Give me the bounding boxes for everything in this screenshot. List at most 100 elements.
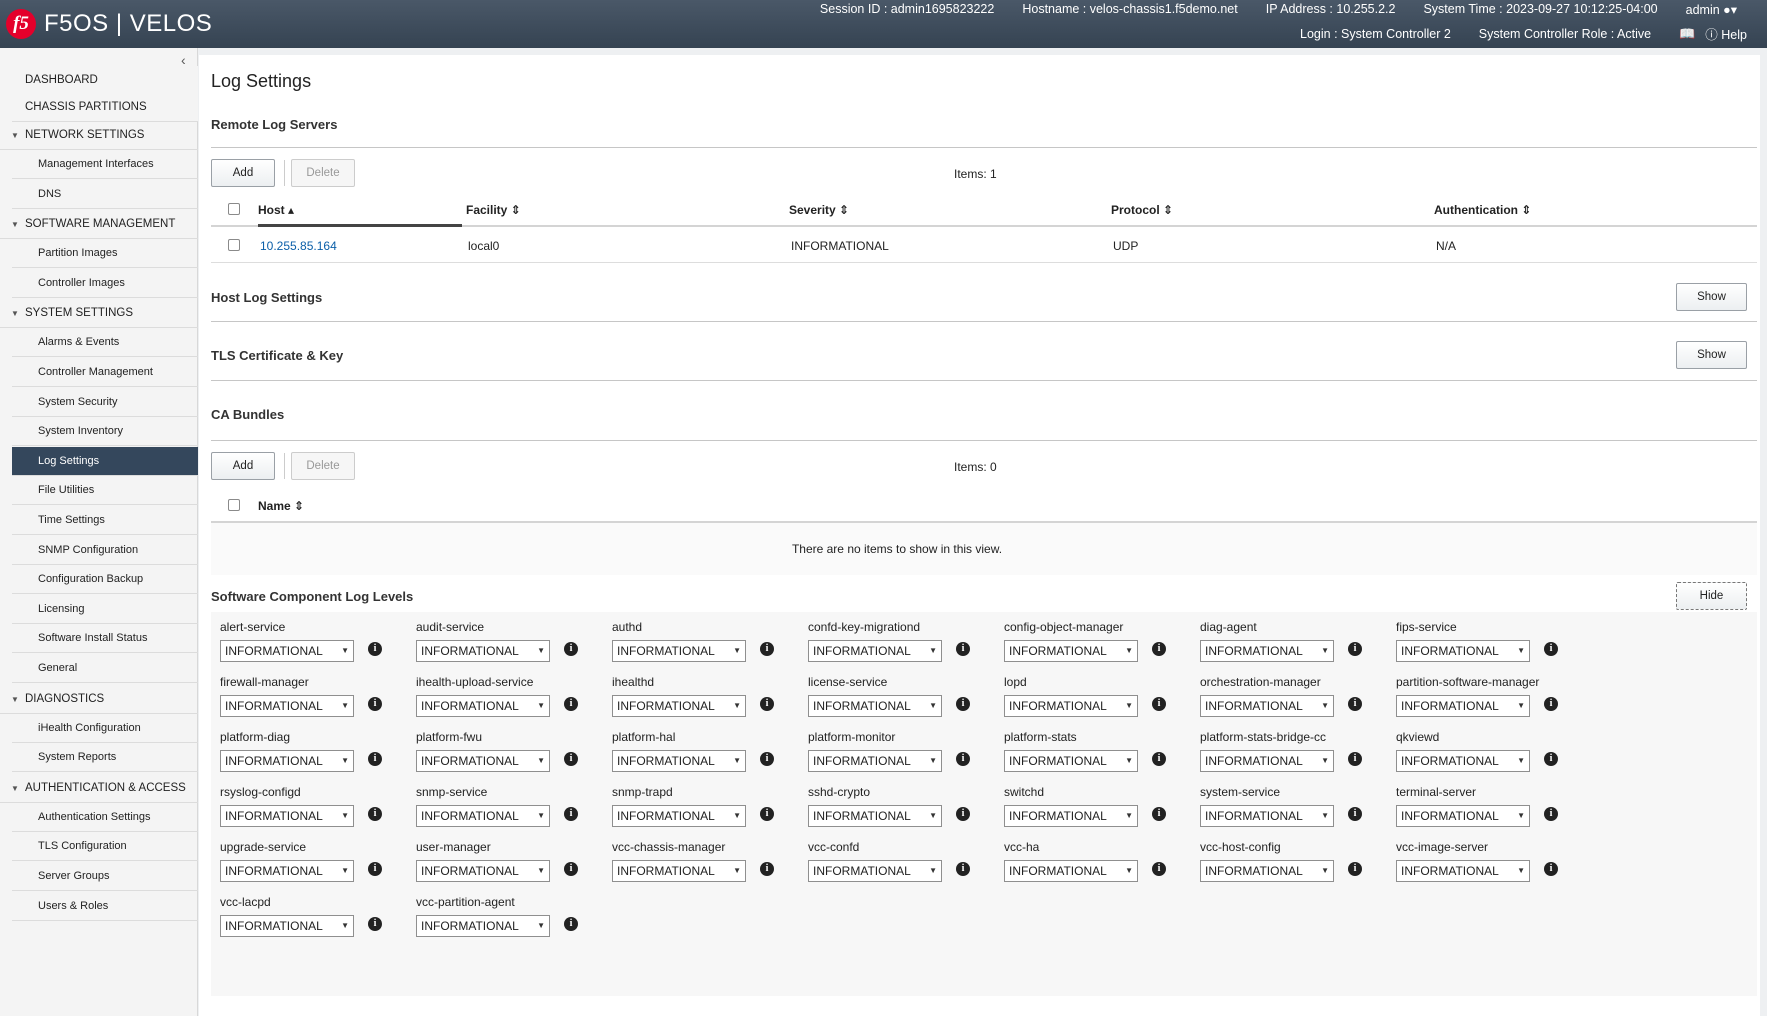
- info-icon[interactable]: i: [1152, 862, 1166, 876]
- info-icon[interactable]: i: [368, 752, 382, 766]
- ca-select-all-checkbox[interactable]: [228, 499, 240, 511]
- sidebar-item-management-interfaces[interactable]: Management Interfaces: [12, 150, 198, 179]
- info-icon[interactable]: i: [564, 917, 578, 931]
- sidebar-item-system-reports[interactable]: System Reports: [12, 743, 198, 773]
- log-level-select[interactable]: INFORMATIONAL ▼: [1396, 860, 1530, 882]
- sidebar-item-time-settings[interactable]: Time Settings: [12, 506, 198, 535]
- log-level-select[interactable]: INFORMATIONAL ▼: [1396, 805, 1530, 827]
- info-icon[interactable]: i: [956, 642, 970, 656]
- host-log-show-button[interactable]: Show: [1676, 283, 1747, 311]
- info-icon[interactable]: i: [1348, 862, 1362, 876]
- sidebar-item-system-inventory[interactable]: System Inventory: [12, 417, 198, 447]
- log-level-select[interactable]: INFORMATIONAL ▼: [1396, 750, 1530, 772]
- log-level-select[interactable]: INFORMATIONAL ▼: [1200, 860, 1334, 882]
- info-icon[interactable]: i: [956, 807, 970, 821]
- sidebar-item-users-roles[interactable]: Users & Roles: [12, 892, 198, 921]
- column-host[interactable]: Host ▴: [258, 203, 294, 217]
- log-level-select[interactable]: INFORMATIONAL ▼: [1004, 805, 1138, 827]
- log-level-select[interactable]: INFORMATIONAL ▼: [612, 640, 746, 662]
- info-icon[interactable]: i: [1544, 862, 1558, 876]
- sidebar-section-system-settings[interactable]: ▼ SYSTEM SETTINGS: [0, 299, 198, 329]
- sidebar-item-file-utilities[interactable]: File Utilities: [12, 476, 198, 506]
- info-icon[interactable]: i: [760, 642, 774, 656]
- log-level-select[interactable]: INFORMATIONAL ▼: [1396, 640, 1530, 662]
- info-icon[interactable]: i: [1152, 642, 1166, 656]
- add-remote-server-button[interactable]: Add: [211, 159, 275, 187]
- sidebar-item-controller-images[interactable]: Controller Images: [12, 269, 198, 298]
- log-level-select[interactable]: INFORMATIONAL ▼: [808, 805, 942, 827]
- info-icon[interactable]: i: [1152, 752, 1166, 766]
- sidebar-item-configuration-backup[interactable]: Configuration Backup: [12, 565, 198, 595]
- log-level-select[interactable]: INFORMATIONAL ▼: [1200, 750, 1334, 772]
- info-icon[interactable]: i: [1348, 752, 1362, 766]
- sidebar-item-chassis-partitions[interactable]: CHASSIS PARTITIONS: [12, 93, 198, 122]
- log-levels-hide-button[interactable]: Hide: [1676, 582, 1747, 610]
- log-level-select[interactable]: INFORMATIONAL ▼: [1200, 640, 1334, 662]
- info-icon[interactable]: i: [760, 752, 774, 766]
- log-level-select[interactable]: INFORMATIONAL ▼: [808, 695, 942, 717]
- log-level-select[interactable]: INFORMATIONAL ▼: [808, 640, 942, 662]
- log-level-select[interactable]: INFORMATIONAL ▼: [1004, 860, 1138, 882]
- info-icon[interactable]: i: [368, 642, 382, 656]
- info-icon[interactable]: i: [1348, 642, 1362, 656]
- info-icon[interactable]: i: [368, 697, 382, 711]
- info-icon[interactable]: i: [1544, 697, 1558, 711]
- book-icon[interactable]: 📖: [1679, 26, 1695, 42]
- info-icon[interactable]: i: [1152, 807, 1166, 821]
- sidebar-item-authentication-settings[interactable]: Authentication Settings: [12, 803, 198, 832]
- info-icon[interactable]: i: [1348, 697, 1362, 711]
- sidebar-item-snmp-configuration[interactable]: SNMP Configuration: [12, 536, 198, 565]
- help-link[interactable]: ⓘ Help: [1705, 24, 1747, 43]
- sidebar-item-server-groups[interactable]: Server Groups: [12, 862, 198, 891]
- log-level-select[interactable]: INFORMATIONAL ▼: [220, 640, 354, 662]
- log-level-select[interactable]: INFORMATIONAL ▼: [1004, 640, 1138, 662]
- sidebar-section-authentication-access[interactable]: ▼ AUTHENTICATION & ACCESS: [0, 774, 198, 803]
- add-ca-bundle-button[interactable]: Add: [211, 452, 275, 480]
- sidebar-item-controller-management[interactable]: Controller Management: [12, 358, 198, 387]
- log-level-select[interactable]: INFORMATIONAL ▼: [1396, 695, 1530, 717]
- log-level-select[interactable]: INFORMATIONAL ▼: [416, 860, 550, 882]
- info-icon[interactable]: i: [956, 752, 970, 766]
- info-icon[interactable]: i: [564, 807, 578, 821]
- info-icon[interactable]: i: [1544, 807, 1558, 821]
- delete-remote-server-button[interactable]: Delete: [291, 159, 355, 187]
- log-level-select[interactable]: INFORMATIONAL ▼: [1004, 695, 1138, 717]
- sidebar-item-software-install-status[interactable]: Software Install Status: [12, 624, 198, 654]
- select-all-checkbox[interactable]: [228, 203, 240, 215]
- info-icon[interactable]: i: [956, 862, 970, 876]
- column-severity[interactable]: Severity ⇕: [789, 203, 849, 217]
- info-icon[interactable]: i: [760, 807, 774, 821]
- sidebar-section-network-settings[interactable]: ▼ NETWORK SETTINGS: [0, 121, 198, 150]
- log-level-select[interactable]: INFORMATIONAL ▼: [416, 750, 550, 772]
- log-level-select[interactable]: INFORMATIONAL ▼: [220, 750, 354, 772]
- log-level-select[interactable]: INFORMATIONAL ▼: [808, 860, 942, 882]
- log-level-select[interactable]: INFORMATIONAL ▼: [416, 805, 550, 827]
- log-level-select[interactable]: INFORMATIONAL ▼: [416, 640, 550, 662]
- sidebar-section-diagnostics[interactable]: ▼ DIAGNOSTICS: [0, 685, 198, 714]
- info-icon[interactable]: i: [1544, 642, 1558, 656]
- log-level-select[interactable]: INFORMATIONAL ▼: [808, 750, 942, 772]
- row-checkbox[interactable]: [228, 239, 240, 251]
- log-level-select[interactable]: INFORMATIONAL ▼: [1004, 750, 1138, 772]
- log-level-select[interactable]: INFORMATIONAL ▼: [612, 860, 746, 882]
- info-icon[interactable]: i: [564, 862, 578, 876]
- sidebar-item-dns[interactable]: DNS: [12, 180, 198, 209]
- log-level-select[interactable]: INFORMATIONAL ▼: [220, 695, 354, 717]
- sidebar-item-partition-images[interactable]: Partition Images: [12, 239, 198, 269]
- info-icon[interactable]: i: [368, 807, 382, 821]
- sidebar-item-ihealth-configuration[interactable]: iHealth Configuration: [12, 714, 198, 743]
- info-icon[interactable]: i: [956, 697, 970, 711]
- log-level-select[interactable]: INFORMATIONAL ▼: [220, 915, 354, 937]
- log-level-select[interactable]: INFORMATIONAL ▼: [1200, 805, 1334, 827]
- column-protocol[interactable]: Protocol ⇕: [1111, 203, 1173, 217]
- sidebar-item-log-settings[interactable]: Log Settings: [12, 446, 198, 476]
- sidebar-item-tls-configuration[interactable]: TLS Configuration: [12, 832, 198, 862]
- sidebar-item-general[interactable]: General: [12, 654, 198, 683]
- info-icon[interactable]: i: [760, 862, 774, 876]
- column-name[interactable]: Name ⇕: [258, 499, 304, 513]
- column-facility[interactable]: Facility ⇕: [466, 203, 521, 217]
- info-icon[interactable]: i: [564, 697, 578, 711]
- host-link[interactable]: 10.255.85.164: [260, 239, 337, 253]
- info-icon[interactable]: i: [1348, 807, 1362, 821]
- log-level-select[interactable]: INFORMATIONAL ▼: [612, 750, 746, 772]
